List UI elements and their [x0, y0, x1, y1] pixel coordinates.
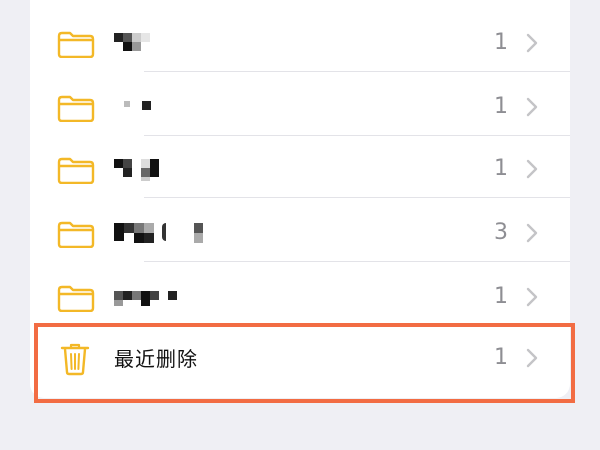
folder-icon [57, 284, 95, 312]
folder-icon [57, 30, 95, 58]
folder-row[interactable]: 1 [30, 8, 570, 72]
folder-row[interactable]: 1 [30, 262, 570, 326]
folder-name-redacted [114, 28, 154, 56]
trash-icon [59, 342, 91, 376]
chevron-right-icon [526, 223, 538, 243]
chevron-right-icon [526, 287, 538, 307]
folder-count: 1 [494, 93, 508, 119]
recently-deleted-label: 最近删除 [114, 346, 198, 371]
recently-deleted-row[interactable]: 最近删除 1 [30, 326, 570, 390]
folder-count: 3 [494, 219, 508, 245]
folder-name-redacted [114, 218, 208, 246]
folder-count: 1 [494, 283, 508, 309]
folder-row[interactable]: 3 [30, 198, 570, 262]
folder-icon [57, 94, 95, 122]
folder-name-redacted [114, 92, 154, 120]
chevron-right-icon [526, 33, 538, 53]
folder-count: 1 [494, 29, 508, 55]
recently-deleted-count: 1 [494, 344, 508, 370]
folder-row[interactable]: 1 [30, 134, 570, 198]
folder-count: 1 [494, 155, 508, 181]
folder-name-redacted [114, 154, 164, 182]
folder-name-redacted [114, 282, 184, 310]
folder-row[interactable]: 1 [30, 72, 570, 136]
folder-icon [57, 156, 95, 184]
notes-folder-list-screen: 1 1 1 3 1 最近删除 1 [0, 0, 600, 450]
chevron-right-icon [526, 159, 538, 179]
chevron-right-icon [526, 348, 538, 368]
chevron-right-icon [526, 97, 538, 117]
folder-icon [57, 220, 95, 248]
